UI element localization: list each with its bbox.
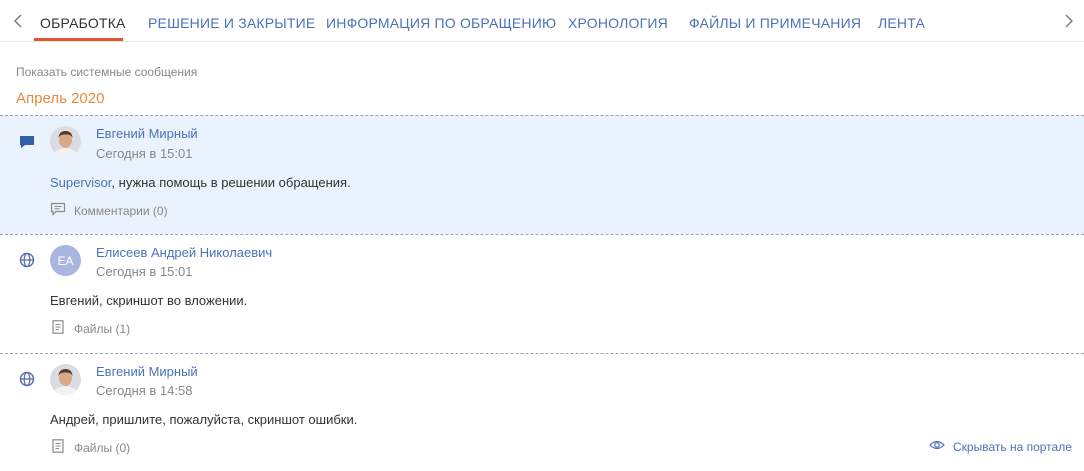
comments-link[interactable]: Комментарии (0) [50, 202, 168, 219]
avatar[interactable] [50, 364, 81, 395]
tab-resolution[interactable]: РЕШЕНИЕ И ЗАКРЫТИЕ [148, 15, 315, 31]
message-icon [19, 134, 35, 150]
files-label: Файлы (0) [74, 440, 131, 455]
post-time: Сегодня в 15:01 [96, 264, 193, 279]
active-tab-indicator [34, 38, 123, 41]
tab-feed[interactable]: ЛЕНТА [878, 15, 925, 31]
file-icon [50, 320, 66, 337]
tab-bar: ОБРАБОТКА РЕШЕНИЕ И ЗАКРЫТИЕ ИНФОРМАЦИЯ … [0, 0, 1084, 42]
post-author[interactable]: Евгений Мирный [96, 126, 198, 141]
avatar[interactable]: ЕА [50, 245, 81, 276]
eye-icon [929, 439, 945, 454]
month-header: Апрель 2020 [16, 90, 105, 107]
post-text: , нужна помощь в решении обращения. [111, 175, 351, 190]
tab-timeline[interactable]: ХРОНОЛОГИЯ [568, 15, 668, 31]
hide-on-portal-link[interactable]: Скрывать на портале [929, 439, 1072, 454]
files-link[interactable]: Файлы (0) [50, 439, 130, 456]
comment-icon [50, 202, 66, 219]
post-message: Андрей, пришлите, пожалуйста, скриншот о… [50, 412, 358, 427]
files-label: Файлы (1) [74, 321, 131, 336]
post-message: Евгений, скриншот во вложении. [50, 293, 248, 308]
post-time: Сегодня в 14:58 [96, 383, 193, 398]
post-message: Supervisor, нужна помощь в решении обращ… [50, 175, 351, 190]
show-system-messages-link[interactable]: Показать системные сообщения [16, 65, 197, 79]
tab-files-notes[interactable]: ФАЙЛЫ И ПРИМЕЧАНИЯ [689, 15, 861, 31]
comments-label: Комментарии (0) [74, 203, 168, 218]
tab-processing[interactable]: ОБРАБОТКА [40, 15, 126, 31]
hide-on-portal-label: Скрывать на портале [953, 439, 1072, 454]
post-time: Сегодня в 15:01 [96, 146, 193, 161]
feed-post: Евгений Мирный Сегодня в 15:01 Superviso… [0, 115, 1084, 234]
chevron-right-icon[interactable] [1062, 13, 1076, 29]
feed-post: ЕА Елисеев Андрей Николаевич Сегодня в 1… [0, 234, 1084, 353]
post-author[interactable]: Евгений Мирный [96, 364, 198, 379]
tab-case-info[interactable]: ИНФОРМАЦИЯ ПО ОБРАЩЕНИЮ [326, 15, 556, 31]
globe-icon [19, 371, 35, 387]
files-link[interactable]: Файлы (1) [50, 320, 130, 337]
chevron-left-icon[interactable] [11, 13, 25, 29]
mention-link[interactable]: Supervisor [50, 175, 111, 190]
avatar[interactable] [50, 126, 81, 157]
file-icon [50, 439, 66, 456]
globe-icon [19, 252, 35, 268]
post-author[interactable]: Елисеев Андрей Николаевич [96, 245, 272, 260]
feed-post: Евгений Мирный Сегодня в 14:58 Андрей, п… [0, 353, 1084, 471]
